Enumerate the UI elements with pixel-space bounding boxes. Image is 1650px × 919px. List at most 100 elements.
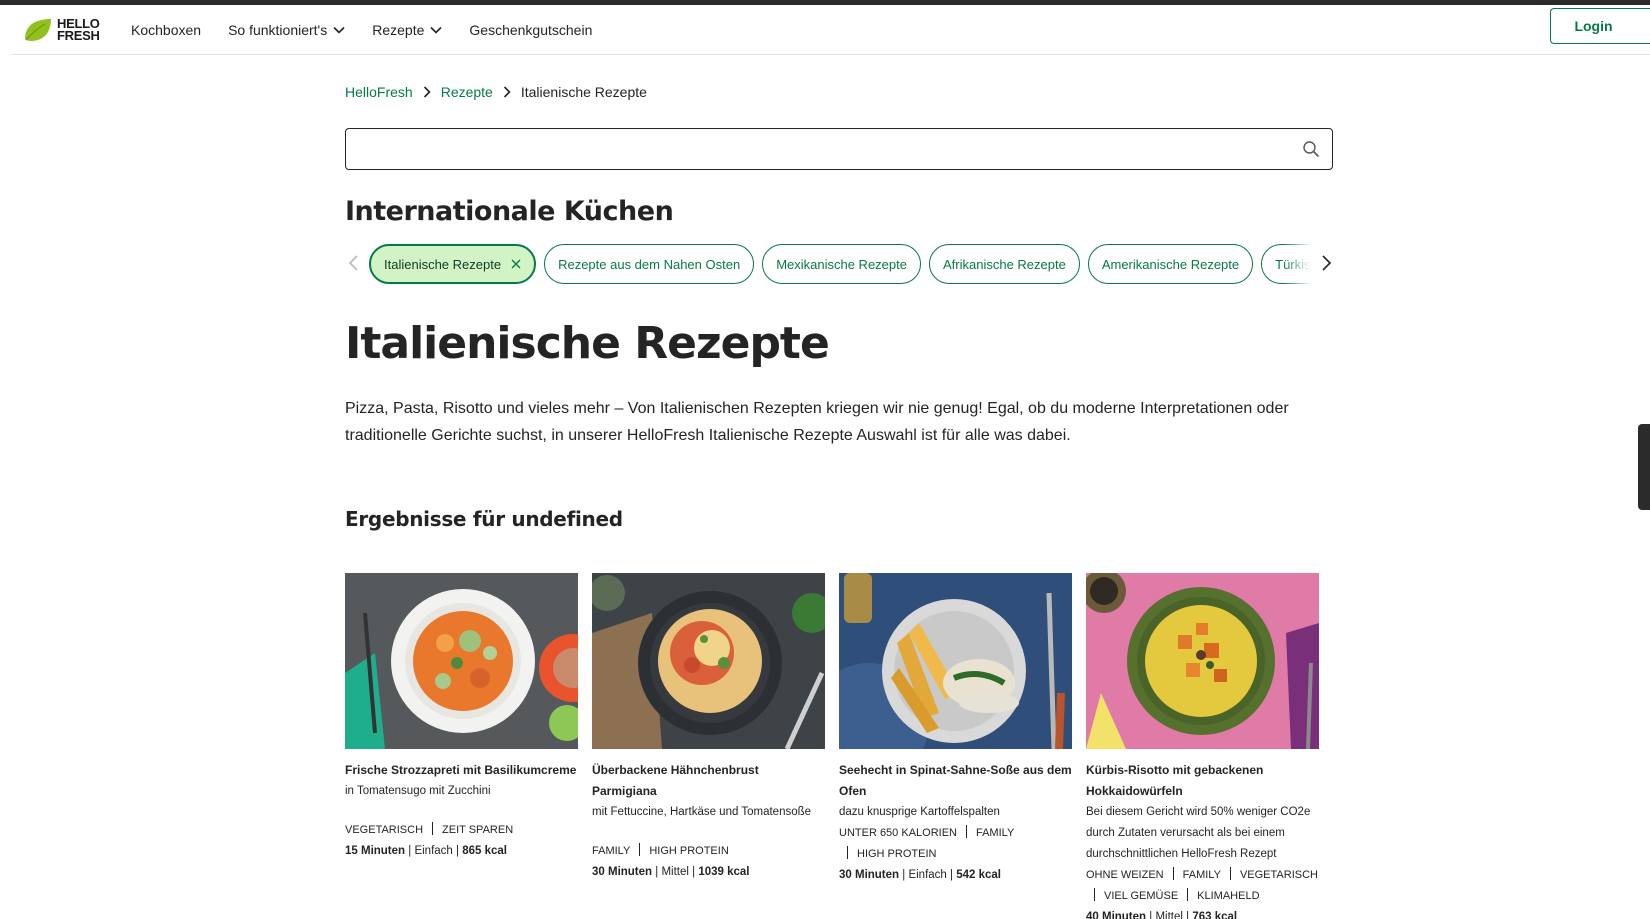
recipe-subtitle: mit Fettuccine, Hartkäse und Tomatensoße bbox=[592, 806, 812, 818]
intro-text: Pizza, Pasta, Risotto und vieles mehr – … bbox=[345, 400, 1289, 444]
results-title: Ergebnisse für undefined bbox=[345, 507, 623, 531]
logo-line-2: FRESH bbox=[57, 28, 100, 43]
recipe-title[interactable]: Frische Strozzapreti mit Basilikumcreme bbox=[345, 760, 578, 781]
chips-fade-overlay bbox=[1283, 243, 1311, 285]
breadcrumb-link-hellofresh[interactable]: HelloFresh bbox=[345, 84, 413, 100]
recipe-title[interactable]: Überbackene Hähnchenbrust Parmigiana bbox=[592, 760, 825, 802]
nav-item-label: So funktioniert's bbox=[228, 22, 328, 38]
recipe-kcal: 865 kcal bbox=[462, 845, 507, 857]
tag-separator bbox=[432, 822, 434, 835]
chip-label: Rezepte aus dem Nahen Osten bbox=[558, 256, 741, 272]
recipe-title[interactable]: Seehecht in Spinat-Sahne-Soße aus dem Of… bbox=[839, 760, 1072, 802]
recipe-tag: HIGH PROTEIN bbox=[649, 845, 729, 857]
recipe-meta: 30 Minuten | Einfach | 542 kcal bbox=[839, 869, 1001, 881]
recipe-meta: 30 Minuten | Mittel | 1039 kcal bbox=[592, 866, 750, 878]
tag-separator bbox=[1094, 888, 1095, 901]
chip-label: Italienische Rezepte bbox=[384, 256, 502, 272]
top-navbar: HELLO FRESH Kochboxen So funktioniert's … bbox=[10, 5, 1650, 55]
chip-afrikanische-rezepte[interactable]: Afrikanische Rezepte bbox=[928, 244, 1080, 284]
recipe-meta: 40 Minuten | Mittel | 763 kcal bbox=[1086, 907, 1319, 919]
logo-wordmark: HELLO FRESH bbox=[57, 17, 100, 43]
chip-nahen-osten[interactable]: Rezepte aus dem Nahen Osten bbox=[544, 244, 755, 284]
nav-item-label: Kochboxen bbox=[131, 22, 202, 38]
chevron-down-icon bbox=[333, 26, 345, 34]
recipe-tags: UNTER 650 KALORIEN FAMILY bbox=[839, 823, 1072, 844]
recipe-card[interactable]: Überbackene Hähnchenbrust Parmigiana mit… bbox=[592, 573, 825, 883]
nav-item-label: Geschenkgutschein bbox=[469, 22, 593, 38]
cuisine-chip-carousel: Italienische Rezepte Rezepte aus dem Nah… bbox=[345, 243, 1333, 285]
tag-separator bbox=[965, 825, 967, 838]
recipe-tags: VIEL GEMÜSE KLIMAHELD bbox=[1086, 886, 1319, 907]
recipe-tag: FAMILY bbox=[1182, 869, 1221, 881]
recipe-time: 30 Minuten bbox=[592, 866, 653, 878]
recipe-kcal: 763 kcal bbox=[1192, 911, 1238, 919]
nav-item-so-funktionierts[interactable]: So funktioniert's bbox=[228, 22, 345, 38]
recipe-subtitle: Bei diesem Gericht wird 50% weniger CO2e… bbox=[1086, 806, 1311, 860]
recipe-tags: OHNE WEIZEN FAMILY VEGETARISCH bbox=[1086, 865, 1319, 886]
nav-item-kochboxen[interactable]: Kochboxen bbox=[131, 22, 201, 38]
chip-label: Amerikanische Rezepte bbox=[1101, 256, 1240, 272]
recipe-tag: VEGETARISCH bbox=[345, 824, 424, 836]
chips-track: Italienische Rezepte Rezepte aus dem Nah… bbox=[369, 243, 1311, 285]
recipe-title[interactable]: Kürbis-Risotto mit gebackenen Hokkaidowü… bbox=[1086, 760, 1319, 802]
recipe-time: 30 Minuten bbox=[839, 869, 900, 881]
chevron-left-icon[interactable] bbox=[347, 254, 361, 272]
chip-italienische-rezepte[interactable]: Italienische Rezepte bbox=[369, 244, 537, 284]
recipe-card[interactable]: Frische Strozzapreti mit Basilikumcreme … bbox=[345, 573, 578, 862]
recipe-kcal: 542 kcal bbox=[956, 869, 1001, 881]
recipe-tag: OHNE WEIZEN bbox=[1086, 869, 1164, 881]
recipe-kcal: 1039 kcal bbox=[698, 866, 750, 878]
recipe-image-seehecht[interactable] bbox=[839, 573, 1072, 749]
tag-separator bbox=[1172, 867, 1174, 880]
main-nav: Kochboxen So funktioniert's Rezepte Gesc… bbox=[131, 5, 619, 55]
breadcrumb-current: Italienische Rezepte bbox=[520, 84, 647, 100]
recipe-tags: VEGETARISCH ZEIT SPAREN bbox=[345, 820, 578, 841]
recipe-tags: HIGH PROTEIN bbox=[839, 844, 1072, 865]
tag-separator bbox=[1229, 867, 1231, 880]
feedback-side-tab[interactable] bbox=[1638, 424, 1650, 510]
nav-item-geschenkgutschein[interactable]: Geschenkgutschein bbox=[469, 22, 592, 38]
recipe-difficulty: Mittel bbox=[661, 866, 689, 878]
recipe-image-kuerbis-risotto[interactable] bbox=[1086, 573, 1319, 749]
chip-amerikanische-rezepte[interactable]: Amerikanische Rezepte bbox=[1087, 244, 1254, 284]
recipe-subtitle: dazu knusprige Kartoffelspalten bbox=[839, 806, 1000, 818]
recipe-tag: HIGH PROTEIN bbox=[857, 848, 937, 860]
recipe-tag: FAMILY bbox=[975, 827, 1015, 839]
nav-item-label: Rezepte bbox=[372, 22, 425, 38]
recipe-difficulty: Einfach bbox=[414, 845, 453, 857]
recipe-subtitle: in Tomatensugo mit Zucchini bbox=[345, 785, 491, 797]
recipe-time: 15 Minuten bbox=[345, 845, 406, 857]
page-title: Italienische Rezepte bbox=[345, 318, 830, 369]
hellofresh-logo[interactable]: HELLO FRESH bbox=[23, 15, 107, 45]
recipe-tag: KLIMAHELD bbox=[1197, 890, 1260, 902]
chip-label: Afrikanische Rezepte bbox=[942, 256, 1066, 272]
breadcrumb-link-rezepte[interactable]: Rezepte bbox=[441, 84, 493, 100]
recipe-grid: Frische Strozzapreti mit Basilikumcreme … bbox=[345, 573, 1335, 919]
cuisines-section-title: Internationale Küchen bbox=[345, 196, 674, 227]
recipe-tag: VIEL GEMÜSE bbox=[1104, 890, 1179, 902]
breadcrumb: HelloFresh Rezepte Italienische Rezepte bbox=[345, 84, 647, 100]
chevron-right-icon bbox=[503, 86, 511, 98]
search-icon[interactable] bbox=[1302, 140, 1320, 158]
chip-mexikanische-rezepte[interactable]: Mexikanische Rezepte bbox=[762, 244, 921, 284]
chevron-right-icon bbox=[423, 86, 431, 98]
login-button[interactable]: Login bbox=[1550, 8, 1650, 44]
chevron-down-icon bbox=[430, 26, 442, 34]
nav-item-rezepte[interactable]: Rezepte bbox=[372, 22, 442, 38]
recipe-card[interactable]: Seehecht in Spinat-Sahne-Soße aus dem Of… bbox=[839, 573, 1072, 886]
chip-label: Mexikanische Rezepte bbox=[776, 256, 907, 272]
recipe-card[interactable]: Kürbis-Risotto mit gebackenen Hokkaidowü… bbox=[1086, 573, 1319, 919]
recipe-image-parmigiana[interactable] bbox=[592, 573, 825, 749]
recipe-difficulty: Mittel bbox=[1155, 911, 1183, 919]
recipe-tag: ZEIT SPAREN bbox=[442, 824, 514, 836]
tag-separator bbox=[1187, 888, 1189, 901]
recipe-difficulty: Einfach bbox=[908, 869, 947, 881]
chevron-right-icon[interactable] bbox=[1319, 254, 1333, 272]
recipe-tags: FAMILY HIGH PROTEIN bbox=[592, 841, 825, 862]
close-icon[interactable] bbox=[511, 259, 521, 269]
recipe-image-strozzapreti[interactable] bbox=[345, 573, 578, 749]
recipe-tag: VEGETARISCH bbox=[1239, 869, 1318, 881]
chips-viewport: Italienische Rezepte Rezepte aus dem Nah… bbox=[369, 243, 1311, 285]
recipe-search-input[interactable] bbox=[345, 128, 1333, 170]
recipe-tag: UNTER 650 KALORIEN bbox=[839, 827, 957, 839]
